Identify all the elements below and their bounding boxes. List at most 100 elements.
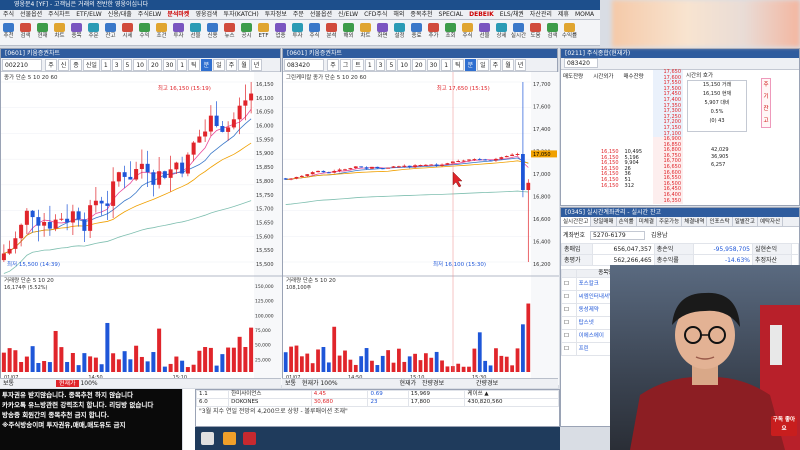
right-status-far[interactable]: 간량경보 bbox=[476, 380, 498, 387]
chart-right-tab-13[interactable]: 주 bbox=[489, 59, 502, 71]
chart-left-tab-8[interactable]: 20 bbox=[148, 59, 162, 71]
toolbar-button-22[interactable]: 화면 bbox=[374, 21, 391, 45]
menu-item-10[interactable]: 주문 bbox=[290, 10, 307, 19]
chart-right-tab-15[interactable]: 년 bbox=[514, 59, 527, 71]
toolbar-button-6[interactable]: 잔고 bbox=[102, 21, 119, 45]
chart-left-tab-1[interactable]: 신 bbox=[57, 59, 70, 71]
toolbar-button-10[interactable]: 투자 bbox=[170, 21, 187, 45]
toolbar-button-1[interactable]: 검색 bbox=[17, 21, 34, 45]
toolbar-button-15[interactable]: ETF bbox=[255, 21, 272, 45]
menu-item-15[interactable]: 종목추천 bbox=[407, 10, 435, 19]
chart-left-tab-0[interactable]: 주 bbox=[45, 59, 57, 71]
menu-item-14[interactable]: 해외 bbox=[390, 10, 407, 19]
row-checkbox[interactable]: ☐ bbox=[561, 316, 577, 330]
account-number-field[interactable]: 5270-6179 bbox=[590, 231, 646, 240]
toolbar-button-13[interactable]: 뉴스 bbox=[221, 21, 238, 45]
chart-left-tab-7[interactable]: 10 bbox=[133, 59, 147, 71]
chart-right-tab-14[interactable]: 월 bbox=[502, 59, 514, 71]
chart-left-tab-9[interactable]: 30 bbox=[162, 59, 177, 71]
chart-left-tab-13[interactable]: 일 bbox=[213, 59, 225, 71]
ticker-row[interactable]: 6.0 DOKONES 30,680 23 17,800 430,820,560 bbox=[196, 398, 559, 407]
app-icon[interactable] bbox=[243, 432, 256, 445]
menu-item-9[interactable]: 투자정보 bbox=[262, 10, 290, 19]
chart-right-code-input[interactable]: 083420 bbox=[284, 59, 324, 71]
chart-left-tab-15[interactable]: 월 bbox=[238, 59, 250, 71]
start-icon[interactable] bbox=[201, 432, 214, 445]
menu-item-2[interactable]: 주식차트 bbox=[45, 10, 73, 19]
chart-right-tab-2[interactable]: 트 bbox=[352, 59, 364, 71]
menu-item-5[interactable]: 주식ELW bbox=[135, 10, 165, 19]
toolbar-button-14[interactable]: 공시 bbox=[238, 21, 255, 45]
chart-right-tab-9[interactable]: 1 bbox=[441, 59, 452, 71]
account-tab-3[interactable]: 미체결 bbox=[637, 217, 657, 226]
chart-left-tab-6[interactable]: 5 bbox=[122, 59, 133, 71]
menu-item-4[interactable]: 신용/대출 bbox=[105, 10, 135, 19]
toolbar-button-25[interactable]: 추가 bbox=[425, 21, 442, 45]
chart-right-tab-3[interactable]: 1 bbox=[364, 59, 375, 71]
toolbar-button-28[interactable]: 선물 bbox=[476, 21, 493, 45]
row-checkbox[interactable]: ☐ bbox=[561, 303, 577, 317]
chart-left-tab-11[interactable]: 틱 bbox=[188, 59, 200, 71]
chart-right-tab-7[interactable]: 20 bbox=[411, 59, 426, 71]
account-tab-1[interactable]: 당일매매 bbox=[591, 217, 617, 226]
right-status-alert[interactable]: 잔량경보 bbox=[422, 380, 444, 387]
left-status-current[interactable]: 현재가 bbox=[55, 380, 79, 387]
account-tab-5[interactable]: 체결내역 bbox=[682, 217, 708, 226]
chart-left-code-input[interactable]: 002210 bbox=[2, 59, 42, 71]
toolbar-button-17[interactable]: 투자 bbox=[289, 21, 306, 45]
menu-item-13[interactable]: CFD주식 bbox=[361, 10, 390, 19]
menu-item-17[interactable]: DEBEIK bbox=[466, 10, 497, 19]
menu-item-12[interactable]: 신/ELW bbox=[335, 10, 361, 19]
toolbar-button-5[interactable]: 주문 bbox=[85, 21, 102, 45]
toolbar-button-4[interactable]: 종목 bbox=[68, 21, 85, 45]
chart-left-tab-5[interactable]: 3 bbox=[111, 59, 122, 71]
toolbar-button-21[interactable]: 차트 bbox=[357, 21, 374, 45]
row-checkbox[interactable]: ☐ bbox=[561, 290, 577, 304]
account-tab-0[interactable]: 실시간잔고 bbox=[561, 217, 592, 226]
right-status-price[interactable]: 현재가 bbox=[400, 380, 417, 387]
account-tab-4[interactable]: 주문가능 bbox=[657, 217, 683, 226]
toolbar-button-11[interactable]: 선물 bbox=[187, 21, 204, 45]
menu-item-8[interactable]: 투자(KATCH) bbox=[221, 10, 262, 19]
chart-right-canvas[interactable]: 그린케미칼 종가 단순 5 10 20 60 최고 17,650 (15:15) 최… bbox=[283, 72, 559, 385]
chart-left-tab-12[interactable]: 분 bbox=[200, 59, 213, 71]
toolbar-button-20[interactable]: 해외 bbox=[340, 21, 357, 45]
bid-price-11[interactable]: 16,350 bbox=[653, 198, 683, 205]
toolbar-button-2[interactable]: 현재 bbox=[34, 21, 51, 45]
chart-right-tab-5[interactable]: 5 bbox=[386, 59, 397, 71]
chart-right-tab-0[interactable]: 주 bbox=[327, 59, 339, 71]
chart-left-tab-2[interactable]: 종 bbox=[70, 59, 82, 71]
menu-item-0[interactable]: 주식 bbox=[0, 10, 17, 19]
menu-item-20[interactable]: 제휴 bbox=[555, 10, 572, 19]
toolbar-button-18[interactable]: 주식 bbox=[306, 21, 323, 45]
orderbook-side-tab[interactable]: 주기잔고 bbox=[761, 78, 771, 128]
toolbar-button-31[interactable]: 도움 bbox=[527, 21, 544, 45]
chart-right-tab-12[interactable]: 일 bbox=[477, 59, 489, 71]
explorer-icon[interactable] bbox=[223, 432, 236, 445]
menu-item-22[interactable]: 온라인업무 bbox=[597, 10, 600, 19]
ticker-row[interactable]: 1.1 한미사이언스 4.45 0.69 15,969 케이쓰 ▲ bbox=[196, 390, 559, 399]
menu-item-6[interactable]: 분석마켓 bbox=[164, 10, 192, 19]
chart-left-tab-16[interactable]: 년 bbox=[250, 59, 263, 71]
chart-right-tab-8[interactable]: 30 bbox=[426, 59, 441, 71]
toolbar-button-29[interactable]: 상세 bbox=[493, 21, 510, 45]
toolbar-button-26[interactable]: 조회 bbox=[442, 21, 459, 45]
menu-item-21[interactable]: MOMA bbox=[572, 10, 597, 19]
row-checkbox[interactable]: ☐ bbox=[561, 277, 577, 291]
toolbar-button-19[interactable]: 분석 bbox=[323, 21, 340, 45]
chart-left-tab-3[interactable]: 신일 bbox=[82, 59, 100, 71]
chart-right-tab-6[interactable]: 10 bbox=[397, 59, 411, 71]
menu-item-1[interactable]: 선물옵션 bbox=[17, 10, 45, 19]
account-tab-7[interactable]: 일별잔고 bbox=[733, 217, 758, 226]
toolbar-button-24[interactable]: 종료 bbox=[408, 21, 425, 45]
positions-col-0[interactable] bbox=[561, 269, 577, 278]
menu-item-7[interactable]: 영웅검색 bbox=[192, 10, 220, 19]
account-tab-2[interactable]: 손익률 bbox=[617, 217, 637, 226]
menu-item-18[interactable]: ELS/채권 bbox=[497, 10, 527, 19]
orderbook-code-input[interactable]: 083420 bbox=[564, 58, 598, 68]
toolbar-button-7[interactable]: 시세 bbox=[119, 21, 136, 45]
chart-left-tab-4[interactable]: 1 bbox=[100, 59, 111, 71]
menu-item-19[interactable]: 자산관리 bbox=[527, 10, 555, 19]
toolbar-button-16[interactable]: 업종 bbox=[272, 21, 289, 45]
toolbar-button-30[interactable]: 실시간 bbox=[510, 21, 527, 45]
